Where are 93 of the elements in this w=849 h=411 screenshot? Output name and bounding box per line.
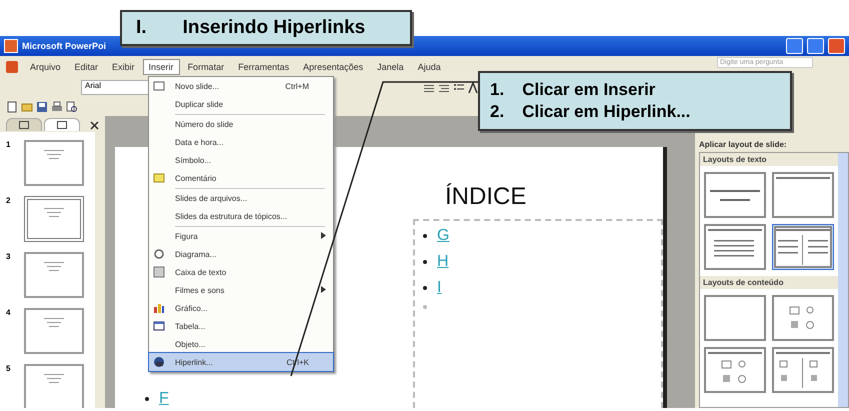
slide-number: 5: [6, 364, 12, 375]
layout-thumbnail[interactable]: [772, 172, 834, 218]
menu-item[interactable]: Editar: [68, 59, 104, 75]
layout-thumbnail[interactable]: [704, 295, 766, 341]
layout-thumbnail[interactable]: [772, 295, 834, 341]
bullet-dot: [423, 286, 427, 290]
font-size-icon[interactable]: [468, 82, 480, 94]
menu-item[interactable]: Slides da estrutura de tópicos...: [149, 207, 333, 225]
slide-number: 4: [6, 308, 12, 319]
menu-item[interactable]: Caixa de texto: [149, 263, 333, 281]
menu-label: Objeto...: [174, 340, 206, 348]
layout-thumbnail[interactable]: [704, 347, 766, 393]
pane-title: Aplicar layout de slide:: [699, 140, 788, 149]
table-icon[interactable]: [153, 320, 165, 332]
menu-label: Número do slide: [174, 120, 234, 129]
menu-label: Gráfico...: [174, 304, 208, 312]
maximize-button[interactable]: [807, 38, 824, 54]
menu-label: Slides de arquivos...: [174, 194, 248, 203]
menu-item[interactable]: Novo slide... Ctrl+M: [149, 77, 333, 95]
menu-item[interactable]: Data e hora...: [149, 133, 333, 151]
menu-item[interactable]: Diagrama...: [149, 245, 333, 263]
slide-thumbnail[interactable]: [24, 252, 84, 298]
window-title: Microsoft PowerPoi: [22, 41, 106, 51]
callout-text: Inserindo Hiperlinks: [182, 17, 366, 39]
menu-item[interactable]: Apresentações: [297, 59, 370, 75]
shortcut-label: Ctrl+M: [285, 82, 310, 90]
menu-label: Figura: [174, 232, 199, 241]
menu-label: Símbolo...: [174, 156, 212, 164]
text-box-icon[interactable]: [153, 266, 165, 278]
slide-title: ÍNDICE: [445, 183, 528, 211]
page-icon[interactable]: [6, 100, 18, 112]
bullet-dot: [145, 397, 149, 401]
step-text: Clicar em Hiperlink...: [522, 102, 690, 122]
magnifier-page-icon[interactable]: [66, 100, 78, 112]
layout-thumbnail[interactable]: [704, 224, 766, 270]
slide-thumbnail[interactable]: [24, 140, 84, 186]
close-icon[interactable]: [90, 120, 99, 130]
folder-icon[interactable]: [21, 100, 33, 112]
note-icon[interactable]: [153, 172, 165, 184]
close-button[interactable]: [828, 38, 845, 54]
bullet-dot: [423, 234, 427, 238]
layout-thumbnail[interactable]: [772, 224, 834, 270]
font-field[interactable]: Arial: [81, 80, 149, 95]
section-title: Layouts de texto: [700, 153, 838, 166]
menu-label: Diagrama...: [174, 250, 218, 258]
menu-item[interactable]: Comentário: [149, 169, 333, 187]
menu-label: Duplicar slide: [174, 100, 224, 108]
section-title: Layouts de conteúdo: [700, 276, 838, 289]
slide-icon[interactable]: [153, 80, 165, 92]
menu-label: Filmes e sons: [174, 286, 226, 294]
scrollbar[interactable]: [838, 153, 848, 407]
app-icon: [4, 39, 18, 53]
slide-number: 3: [6, 252, 12, 263]
menu-item[interactable]: Filmes e sons: [149, 281, 333, 299]
slide-thumbnail[interactable]: [24, 308, 84, 354]
menu-item[interactable]: Arquivo: [24, 59, 67, 75]
menu-item[interactable]: Ajuda: [412, 59, 447, 75]
step-number: 2.: [490, 102, 504, 122]
pane-tab[interactable]: [6, 118, 42, 131]
slide-thumbnail[interactable]: [24, 196, 84, 242]
menu-label: Tabela...: [174, 322, 206, 330]
circle-icon[interactable]: [153, 248, 165, 260]
minimize-button[interactable]: [786, 38, 803, 54]
menu-label: Novo slide...: [174, 82, 220, 90]
menu-item[interactable]: Símbolo...: [149, 151, 333, 169]
bullet-dot: [423, 305, 427, 309]
menu-label: Slides da estrutura de tópicos...: [174, 212, 288, 220]
bar-chart-icon[interactable]: [153, 302, 165, 314]
menu-label: Hiperlink...: [174, 358, 214, 366]
menu-item[interactable]: Formatar: [182, 59, 230, 75]
menu-item[interactable]: Ferramentas: [232, 59, 296, 75]
callout-number: I.: [136, 17, 147, 39]
submenu-arrow-icon[interactable]: [321, 286, 326, 292]
submenu-arrow-icon[interactable]: [321, 232, 326, 239]
bullet-dot: [423, 260, 427, 264]
menu-item[interactable]: Objeto...: [149, 335, 333, 353]
step-text: Clicar em Inserir: [522, 80, 656, 100]
menu-label: Data e hora...: [174, 138, 224, 146]
menu-item[interactable]: Exibir: [106, 59, 141, 75]
printer-icon[interactable]: [51, 100, 63, 112]
slide-number: 2: [6, 196, 12, 207]
step-number: 1.: [490, 80, 504, 100]
menu-item[interactable]: Gráfico...: [149, 299, 333, 317]
pane-tab[interactable]: [44, 118, 80, 131]
layout-thumbnail[interactable]: [772, 347, 834, 393]
menu-label: Caixa de texto: [174, 268, 228, 276]
menu-item[interactable]: Inserir: [142, 59, 180, 75]
menu-item[interactable]: Janela: [371, 59, 410, 75]
menu-item[interactable]: Tabela...: [149, 317, 333, 335]
menu-label: Comentário: [174, 174, 218, 182]
layout-thumbnail[interactable]: [704, 172, 766, 218]
slide-number: 1: [6, 140, 12, 151]
slide-thumbnail[interactable]: [24, 364, 84, 408]
